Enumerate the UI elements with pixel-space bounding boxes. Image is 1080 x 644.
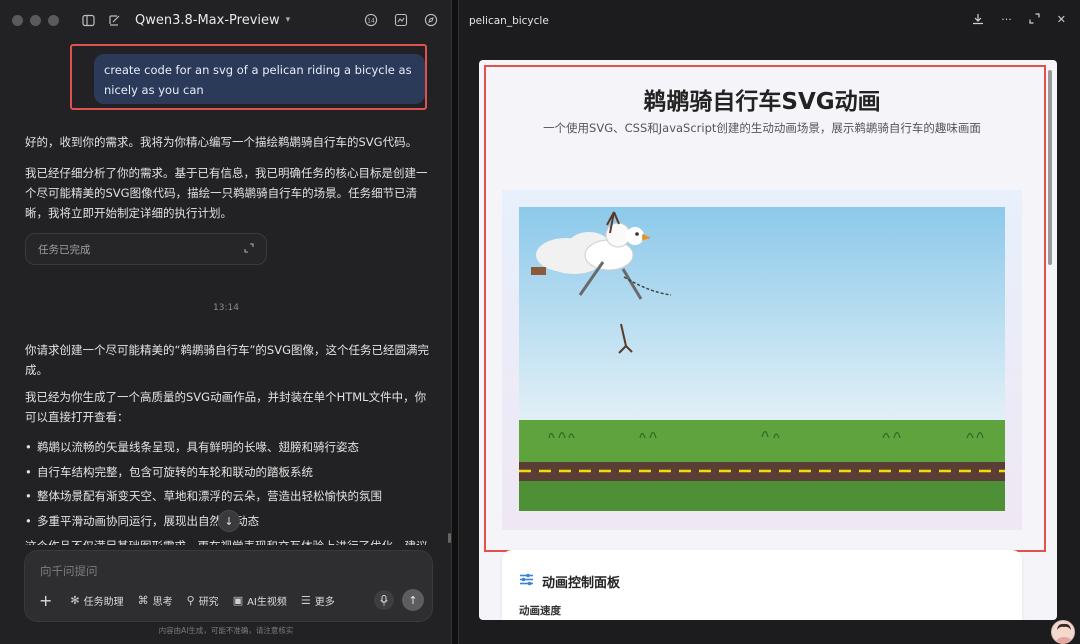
preview-scrollbar[interactable] — [1048, 70, 1052, 265]
tool-more[interactable]: ☰ 更多 — [301, 593, 335, 608]
list-item: 整体场景配有渐变天空、草地和漂浮的云朵，营造出轻松愉快的氛围 — [25, 484, 430, 509]
ai-paragraph-clipped: 这个作品不仅满足基础图形需求，更在视觉表现和交互体验上进行了优化。建议 — [25, 536, 430, 545]
speed-label: 动画速度 — [519, 605, 561, 617]
ai-paragraph: 好的，收到你的需求。我将为你精心编写一个描绘鹈鹕骑自行车的SVG代码。 — [25, 135, 418, 149]
download-icon[interactable] — [972, 13, 984, 28]
chevron-down-icon: ▾ — [285, 15, 291, 25]
expand-icon[interactable] — [244, 242, 254, 256]
tool-label: 任务助理 — [83, 597, 124, 608]
ai-disclaimer: 内容由AI生成，可能不准确，请注意核实 — [158, 626, 294, 635]
tool-label: 更多 — [314, 597, 335, 608]
highlight-box: create code for an svg of a pelican ridi… — [70, 44, 427, 110]
tool-ai-video[interactable]: ▣ AI生视频 — [233, 593, 287, 608]
ai-paragraph: 我已经仔细分析了你的需求。基于已有信息，我已明确任务的核心目标是创建一个尽可能精… — [25, 166, 428, 220]
user-message-bubble: create code for an svg of a pelican ridi… — [94, 54, 425, 104]
chat-panel: Qwen3.8-Max-Preview ▾ 14 create code for… — [0, 0, 452, 644]
svg-text:14: 14 — [367, 17, 375, 24]
list-item: 鹈鹕以流畅的矢量线条呈现，具有鲜明的长喙、翅膀和骑行姿态 — [25, 435, 430, 460]
telescope-icon: ⚲ — [186, 594, 195, 607]
composer-toolbar: + ✻ 任务助理 ⌘ 思考 ⚲ 研究 ▣ AI生视频 ☰ 更多 — [39, 591, 335, 610]
expand-icon[interactable] — [1029, 13, 1040, 28]
zoom-window-button[interactable] — [48, 14, 59, 26]
highlight-box — [484, 65, 1046, 552]
ai-paragraph: 你请求创建一个尽可能精美的“鹈鹕骑自行车”的SVG图像，这个任务已经圆满完成。 — [25, 343, 429, 377]
message-timestamp: 13:14 — [213, 303, 239, 313]
preview-file-title: pelican_bicycle — [469, 15, 549, 27]
tool-think[interactable]: ⌘ 思考 — [138, 593, 173, 608]
new-chat-icon[interactable] — [105, 11, 123, 29]
tool-research[interactable]: ⚲ 研究 — [187, 593, 219, 608]
control-panel-header: 动画控制面板 — [519, 572, 620, 591]
task-status-card[interactable]: 任务已完成 — [25, 233, 267, 265]
chat-history[interactable]: create code for an svg of a pelican ridi… — [0, 40, 452, 545]
avatar[interactable] — [1051, 620, 1075, 644]
tool-label: 研究 — [198, 597, 219, 608]
chat-titlebar: Qwen3.8-Max-Preview ▾ 14 — [0, 0, 452, 40]
titlebar-actions: 14 — [362, 11, 440, 29]
task-status-label: 任务已完成 — [38, 243, 91, 256]
brain-icon: ⌘ — [137, 594, 149, 607]
more-icon[interactable]: ··· — [1001, 13, 1012, 28]
sliders-icon — [519, 573, 534, 590]
chat-input[interactable]: 向千问提问 — [40, 563, 98, 579]
compass-icon[interactable] — [422, 11, 440, 29]
microphone-button[interactable] — [374, 590, 394, 610]
close-icon[interactable]: ✕ — [1057, 13, 1066, 28]
scroll-to-bottom-button[interactable]: ↓ — [218, 510, 240, 532]
send-button[interactable]: ↑ — [402, 589, 424, 611]
microphone-icon — [380, 594, 388, 605]
html-preview[interactable]: 鹈鹕骑自行车SVG动画 一个使用SVG、CSS和JavaScript创建的生动动… — [479, 60, 1057, 620]
sidebar-toggle-icon[interactable] — [79, 11, 97, 29]
image-icon[interactable] — [392, 11, 410, 29]
plus-icon[interactable]: + — [39, 591, 52, 610]
window-controls — [12, 14, 59, 26]
more-lines-icon: ☰ — [300, 594, 311, 607]
ai-paragraph: 我已经为你生成了一个高质量的SVG动画作品，并封装在单个HTML文件中，你可以直… — [25, 390, 427, 424]
composer: 向千问提问 + ✻ 任务助理 ⌘ 思考 ⚲ 研究 ▣ AI生视频 ☰ 更多 ↑ — [24, 550, 433, 622]
arrow-up-icon: ↑ — [408, 593, 418, 607]
chat-scrollbar[interactable] — [448, 533, 451, 543]
arrow-down-icon: ↓ — [224, 514, 234, 528]
tool-label: AI生视频 — [247, 597, 287, 608]
preview-panel: pelican_bicycle ··· ✕ 鹈鹕骑自行车SVG动画 一个使用SV… — [458, 0, 1080, 644]
tool-label: 思考 — [152, 597, 173, 608]
preview-toolbar: ··· ✕ — [972, 13, 1066, 28]
close-window-button[interactable] — [12, 14, 23, 26]
control-panel-title: 动画控制面板 — [542, 576, 621, 591]
control-panel-card: 动画控制面板 动画速度 — [502, 550, 1022, 620]
model-selector[interactable]: Qwen3.8-Max-Preview ▾ — [135, 13, 290, 28]
model-name-label: Qwen3.8-Max-Preview — [135, 12, 280, 28]
sparkle-icon: ✻ — [70, 594, 80, 607]
counter-icon[interactable]: 14 — [362, 11, 380, 29]
tool-task-assistant[interactable]: ✻ 任务助理 — [70, 593, 123, 608]
list-item: 自行车结构完整，包含可旋转的车轮和联动的踏板系统 — [25, 460, 430, 485]
video-icon: ▣ — [232, 594, 244, 607]
minimize-window-button[interactable] — [30, 14, 41, 26]
